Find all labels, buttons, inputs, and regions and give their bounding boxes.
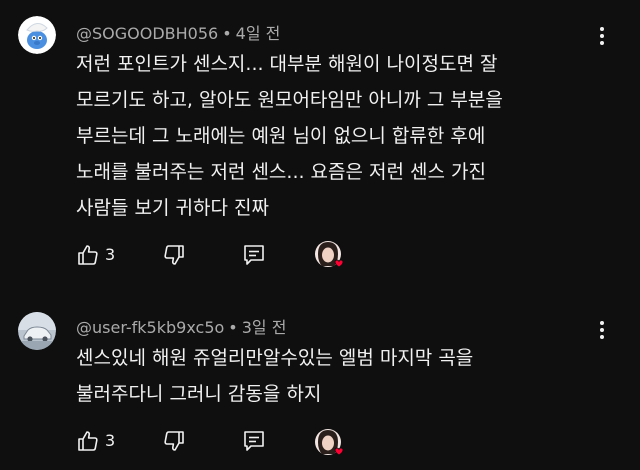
comment-text: 센스있네 해원 쥬얼리만알수있는 엘범 마지막 곡을 불러주다니 그러니 감동을… — [76, 340, 576, 412]
meta-separator: • — [222, 24, 232, 43]
comment-line: 불러주다니 그러니 감동을 하지 — [76, 383, 322, 405]
comment-line: 노래를 불러주는 저런 센스... 요즘은 저런 센스 가진 — [76, 161, 486, 183]
creator-heart-icon — [315, 241, 344, 268]
creator-heart — [314, 428, 348, 462]
comment-time[interactable]: 4일 전 — [236, 24, 281, 43]
thumbs-down-icon — [164, 245, 184, 265]
comment-line: 부르는데 그 노래에는 예원 님이 없으니 합류한 후에 — [76, 125, 486, 147]
more-vert-icon[interactable] — [594, 24, 610, 48]
comment-line: 저런 포인트가 센스지... 대부분 해원이 나이정도면 잘 — [76, 53, 498, 75]
thumbs-down-icon — [164, 431, 184, 451]
reply-icon — [244, 431, 264, 451]
comment-2: @user-fk5kb9xc5o • 3일 전 센스있네 해원 쥬얼리만알수있는 엘… — [0, 290, 640, 470]
thumbs-up-icon — [78, 431, 98, 451]
comment-meta: @user-fk5kb9xc5o • 3일 전 — [76, 314, 286, 338]
avatar[interactable] — [18, 312, 56, 350]
creator-heart-icon — [315, 429, 344, 456]
thumbs-up-icon — [78, 245, 98, 265]
comment-line: 사람들 보기 귀하다 진짜 — [76, 197, 269, 219]
reply-icon — [244, 245, 264, 265]
reply-button[interactable] — [242, 426, 270, 456]
meta-separator: • — [228, 318, 238, 337]
dislike-button[interactable] — [162, 240, 190, 270]
like-button[interactable]: 3 — [76, 426, 126, 456]
more-vert-icon[interactable] — [594, 318, 610, 342]
smurf-avatar-icon — [18, 16, 56, 54]
like-button[interactable]: 3 — [76, 240, 126, 270]
comment-text: 저런 포인트가 센스지... 대부분 해원이 나이정도면 잘 모르기도 하고, … — [76, 46, 576, 226]
comment-line: 센스있네 해원 쥬얼리만알수있는 엘범 마지막 곡을 — [76, 347, 474, 369]
creator-heart — [314, 240, 348, 274]
author-name[interactable]: @SOGOODBH056 — [76, 24, 218, 43]
author-name[interactable]: @user-fk5kb9xc5o — [76, 318, 224, 337]
like-count: 3 — [105, 245, 116, 264]
car-avatar-icon — [18, 312, 56, 350]
like-count: 3 — [105, 431, 116, 450]
dislike-button[interactable] — [162, 426, 190, 456]
comment-time[interactable]: 3일 전 — [242, 318, 287, 337]
reply-button[interactable] — [242, 240, 270, 270]
comment-line: 모르기도 하고, 알아도 원모어타임만 아니까 그 부분을 — [76, 89, 503, 111]
comment-1: @SOGOODBH056 • 4일 전 저런 포인트가 센스지... 대부분 해원이… — [0, 0, 640, 290]
avatar[interactable] — [18, 16, 56, 54]
comment-meta: @SOGOODBH056 • 4일 전 — [76, 20, 280, 44]
